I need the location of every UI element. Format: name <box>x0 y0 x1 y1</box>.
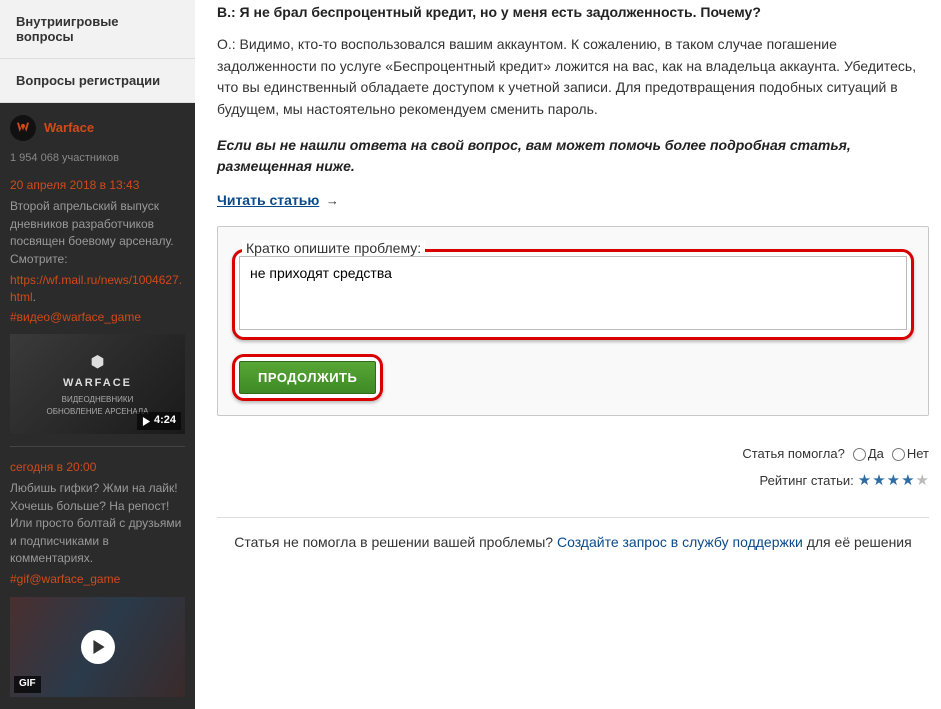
create-support-request-link[interactable]: Создайте запрос в службу поддержки <box>557 534 803 550</box>
article-feedback: Статья помогла? Да Нет Рейтинг статьи: ★… <box>217 442 929 495</box>
problem-form: Кратко опишите проблему: ПРОДОЛЖИТЬ <box>217 226 929 416</box>
footer-help-text: Статья не помогла в решении вашей пробле… <box>217 532 929 553</box>
sidebar-item-ingame-questions[interactable]: Внутриигровые вопросы <box>0 0 195 59</box>
read-article-link[interactable]: Читать статью <box>217 192 319 208</box>
arrow-right-icon: → <box>326 193 339 208</box>
rating-label: Рейтинг статьи: <box>760 469 854 494</box>
widget-post: 20 апреля 2018 в 13:43 Второй апрельский… <box>10 177 185 434</box>
helpful-label: Статья помогла? <box>742 442 844 467</box>
helpful-yes[interactable]: Да <box>853 442 884 467</box>
star-icon[interactable]: ★ <box>858 467 871 496</box>
video-subtitle: ВИДЕОДНЕВНИКИ <box>62 394 134 406</box>
sidebar-item-registration-questions[interactable]: Вопросы регистрации <box>0 59 195 103</box>
community-widget: Warface 1 954 068 участников 20 апреля 2… <box>0 103 195 709</box>
star-icon[interactable]: ★ <box>887 467 900 496</box>
video-brand: WARFACE <box>63 376 132 392</box>
post-date: сегодня в 20:00 <box>10 459 185 476</box>
widget-title[interactable]: Warface <box>44 119 94 138</box>
faq-question: В.: Я не брал беспроцентный кредит, но у… <box>217 4 929 20</box>
radio-yes[interactable] <box>853 448 866 461</box>
star-icon[interactable]: ★ <box>901 467 914 496</box>
post-text: Любишь гифки? Жми на лайк! Хочешь больше… <box>10 480 185 567</box>
video-subtitle2: ОБНОВЛЕНИЕ АРСЕНАЛА <box>47 406 149 418</box>
widget-subscribers: 1 954 068 участников <box>10 151 185 167</box>
post-hashtag[interactable]: #gif@warface_game <box>10 571 185 588</box>
problem-input-highlight <box>232 249 914 340</box>
play-icon <box>142 417 151 426</box>
post-hashtag[interactable]: #видео@warface_game <box>10 309 185 326</box>
star-icon[interactable]: ★ <box>872 467 885 496</box>
form-legend: Кратко опишите проблему: <box>242 240 425 256</box>
faq-answer: О.: Видимо, кто-то воспользовался вашим … <box>217 34 929 121</box>
radio-no[interactable] <box>892 448 905 461</box>
post-date: 20 апреля 2018 в 13:43 <box>10 177 185 194</box>
warface-logo-icon <box>10 115 36 141</box>
video-duration-badge: 4:24 <box>137 412 181 430</box>
helpful-no[interactable]: Нет <box>892 442 929 467</box>
gif-badge: GIF <box>14 676 41 693</box>
video-thumbnail[interactable]: ⬢ WARFACE ВИДЕОДНЕВНИКИ ОБНОВЛЕНИЕ АРСЕН… <box>10 334 185 434</box>
faq-hint: Если вы не нашли ответа на свой вопрос, … <box>217 135 929 178</box>
gif-thumbnail[interactable]: GIF <box>10 597 185 697</box>
divider <box>217 517 929 518</box>
widget-post: сегодня в 20:00 Любишь гифки? Жми на лай… <box>10 459 185 697</box>
rating-stars[interactable]: ★ ★ ★ ★ ★ <box>858 467 929 496</box>
problem-input[interactable] <box>239 256 907 330</box>
continue-button-highlight: ПРОДОЛЖИТЬ <box>232 354 383 401</box>
star-icon[interactable]: ★ <box>916 467 929 496</box>
continue-button[interactable]: ПРОДОЛЖИТЬ <box>239 361 376 394</box>
play-button-icon <box>81 630 115 664</box>
post-text: Второй апрельский выпуск дневников разра… <box>10 198 185 268</box>
